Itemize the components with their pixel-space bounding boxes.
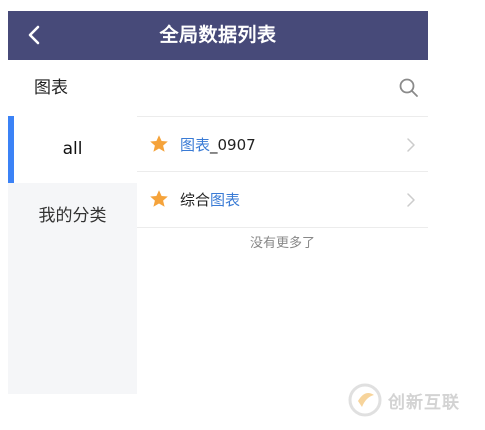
app-frame: 全局数据列表 图表 all 我的分类 图表_0907 综合图表 没有更多了: [8, 11, 428, 394]
sidebar-item-label: 我的分类: [38, 206, 107, 226]
list-end-text: 没有更多了: [249, 236, 315, 251]
chart-list: 图表_0907 综合图表 没有更多了: [137, 116, 428, 394]
sidebar-item-label: all: [62, 139, 83, 159]
list-item[interactable]: 综合图表: [137, 172, 428, 228]
chevron-right-icon: [407, 193, 415, 207]
star-icon[interactable]: [149, 134, 169, 154]
header-bar: 全局数据列表: [8, 11, 428, 60]
page-title: 全局数据列表: [159, 24, 277, 46]
name-suffix: _0907: [210, 136, 256, 154]
name-prefix: 综合: [180, 191, 211, 209]
sidebar-item-my-categories[interactable]: 我的分类: [8, 183, 137, 250]
name-highlight: 图表: [180, 136, 211, 154]
list-item-name: 图表_0907: [180, 117, 256, 173]
watermark: 创新互联: [348, 383, 460, 417]
search-row: 图表: [8, 60, 428, 116]
name-highlight: 图表: [210, 191, 241, 209]
star-icon[interactable]: [149, 189, 169, 209]
chevron-right-icon: [407, 138, 415, 152]
watermark-text: 创新互联: [388, 392, 460, 413]
section-label: 图表: [34, 78, 68, 98]
search-icon[interactable]: [398, 77, 420, 99]
brand-logo-icon: [348, 383, 382, 417]
list-item[interactable]: 图表_0907: [137, 116, 428, 172]
sidebar-item-all[interactable]: all: [8, 116, 137, 183]
list-item-name: 综合图表: [180, 172, 240, 228]
category-sidebar: all 我的分类: [8, 116, 137, 394]
